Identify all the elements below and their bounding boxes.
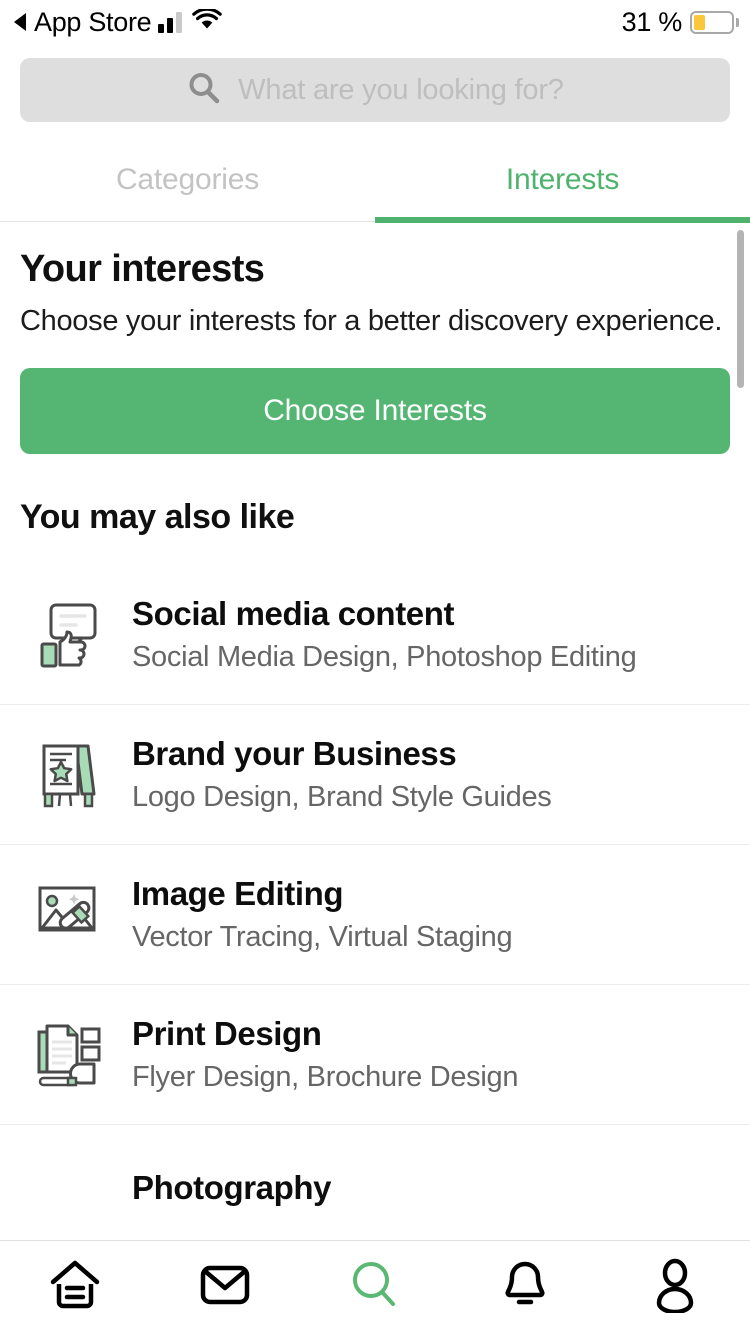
list-item[interactable]: Brand your Business Logo Design, Brand S…: [0, 704, 750, 844]
tabbar-item-inbox[interactable]: [150, 1241, 300, 1334]
list-item-text: Print Design Flyer Design, Brochure Desi…: [132, 1015, 518, 1094]
home-icon: [47, 1257, 103, 1318]
list-item-text: Image Editing Vector Tracing, Virtual St…: [132, 875, 513, 954]
list-item-title: Social media content: [132, 595, 455, 632]
profile-person-icon: [647, 1257, 703, 1318]
photo-magic-wand-icon: [32, 878, 106, 952]
list-item[interactable]: Photography: [0, 1124, 750, 1214]
segmented-tabs: Categories Interests: [0, 138, 750, 223]
list-item-text: Photography: [132, 1169, 332, 1214]
battery-percent-label: 31 %: [621, 6, 683, 37]
your-interests-section: Your interests Choose your interests for…: [0, 222, 750, 547]
tabbar-item-notifications[interactable]: [450, 1241, 600, 1334]
search-icon: [186, 70, 222, 111]
documents-print-icon: [32, 1018, 106, 1092]
choose-interests-button[interactable]: Choose Interests: [20, 368, 730, 454]
battery-low-icon: [690, 10, 739, 34]
list-item-title: Print Design: [132, 1015, 322, 1052]
tab-interests-label: Interests: [505, 162, 620, 196]
search-icon: [347, 1257, 403, 1318]
suggestions-heading: You may also like: [20, 498, 295, 536]
scroll-content: Your interests Choose your interests for…: [0, 222, 750, 1214]
status-bar-right: 31 %: [621, 6, 739, 38]
list-item-subtitle: Vector Tracing, Virtual Staging: [132, 921, 513, 953]
camera-icon: [32, 1155, 106, 1214]
wifi-icon: [192, 6, 223, 36]
search-bar-container: What are you looking for?: [0, 44, 750, 138]
app-screen: App Store 31 % What are you looking for?…: [0, 0, 750, 1334]
search-input[interactable]: What are you looking for?: [20, 58, 730, 122]
tab-interests[interactable]: Interests: [375, 138, 750, 223]
interests-subtitle: Choose your interests for a better disco…: [20, 305, 723, 337]
search-placeholder: What are you looking for?: [238, 73, 564, 106]
status-bar: App Store 31 %: [0, 0, 750, 44]
list-item[interactable]: Image Editing Vector Tracing, Virtual St…: [0, 844, 750, 984]
list-item-subtitle: Social Media Design, Photoshop Editing: [132, 641, 637, 673]
suggestions-list: Social media content Social Media Design…: [0, 565, 750, 1214]
list-item-title: Photography: [132, 1169, 332, 1206]
list-item[interactable]: Social media content Social Media Design…: [0, 565, 750, 704]
speech-bubble-thumbs-up-icon: [32, 598, 106, 672]
list-item-subtitle: Logo Design, Brand Style Guides: [132, 781, 552, 813]
tabbar-item-home[interactable]: [0, 1241, 150, 1334]
vertical-scrollbar[interactable]: [737, 230, 744, 388]
list-item-text: Brand your Business Logo Design, Brand S…: [132, 735, 552, 814]
bell-notifications-icon: [497, 1257, 553, 1318]
triangle-left-icon[interactable]: [14, 13, 26, 31]
list-item-subtitle: Flyer Design, Brochure Design: [132, 1061, 519, 1093]
bottom-tab-bar: [0, 1240, 750, 1334]
list-item[interactable]: Print Design Flyer Design, Brochure Desi…: [0, 984, 750, 1124]
carrier-label: App Store: [34, 6, 152, 37]
status-bar-left: App Store: [14, 6, 223, 38]
tabbar-item-search[interactable]: [300, 1241, 450, 1334]
tab-categories-label: Categories: [115, 162, 260, 196]
list-item-title: Brand your Business: [132, 735, 457, 772]
easel-sign-star-icon: [32, 738, 106, 812]
tabbar-item-profile[interactable]: [600, 1241, 750, 1334]
inbox-envelope-icon: [197, 1257, 253, 1318]
list-item-text: Social media content Social Media Design…: [132, 595, 637, 674]
tab-categories[interactable]: Categories: [0, 138, 375, 221]
cellular-signal-icon: [158, 11, 183, 33]
page-title: Your interests: [20, 248, 265, 290]
list-item-title: Image Editing: [132, 875, 344, 912]
